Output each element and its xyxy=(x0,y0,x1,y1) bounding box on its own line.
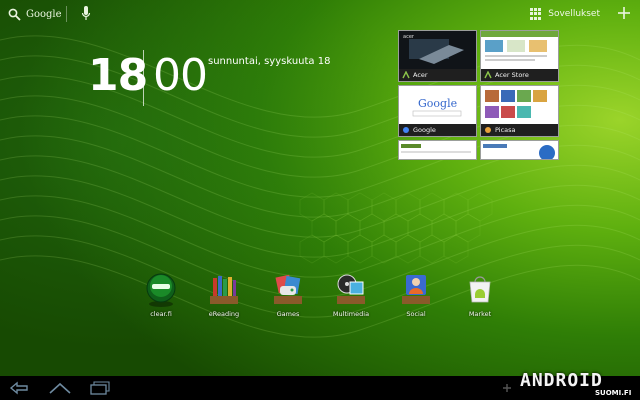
clock-minutes: 00 xyxy=(153,50,208,101)
games-icon xyxy=(274,274,302,304)
dock-item-label: Games xyxy=(276,310,300,318)
divider xyxy=(66,6,67,22)
apps-grid-icon xyxy=(530,8,542,20)
recent-app-partial[interactable] xyxy=(398,140,477,160)
dock-item-ereading[interactable]: eReading xyxy=(194,272,254,318)
dock-item-games[interactable]: Games xyxy=(258,272,318,318)
status-icon[interactable] xyxy=(500,380,514,396)
recent-apps-icon[interactable] xyxy=(88,380,110,396)
partial-screenshot xyxy=(481,141,558,159)
dock-item-label: Market xyxy=(468,310,492,318)
android-suomi-domain: SUOMI.FI xyxy=(595,389,632,397)
recent-app-label: Picasa xyxy=(481,124,558,136)
clock-separator xyxy=(143,50,144,106)
top-bar: Google Sovellukset xyxy=(0,0,640,28)
google-logo-text: Google xyxy=(418,97,457,110)
picasa-screenshot xyxy=(481,86,558,124)
recent-app-picasa[interactable]: Picasa xyxy=(480,85,559,137)
multimedia-icon xyxy=(337,274,365,304)
back-icon[interactable] xyxy=(8,380,30,396)
apps-button[interactable]: Sovellukset xyxy=(530,6,600,22)
google-icon xyxy=(403,127,409,133)
dock-item-label: Social xyxy=(406,310,426,318)
clock-date: sunnuntai, syyskuuta 18 xyxy=(208,56,331,67)
market-icon xyxy=(469,276,491,303)
ereading-icon xyxy=(210,276,238,304)
acer-logo-text: acer xyxy=(403,34,415,40)
android-suomi-logo: ANDROID xyxy=(520,370,603,391)
google-search-button[interactable]: Google xyxy=(8,6,62,22)
google-screenshot: Google xyxy=(399,86,476,124)
search-label: Google xyxy=(26,8,62,20)
add-icon[interactable] xyxy=(616,5,632,21)
acer-store-screenshot xyxy=(481,31,558,69)
clearfi-icon xyxy=(146,273,176,307)
apps-label: Sovellukset xyxy=(548,9,600,19)
dock-item-label: eReading xyxy=(208,310,240,318)
acer-screenshot: acer xyxy=(399,31,476,69)
social-icon xyxy=(402,275,430,304)
acer-icon xyxy=(402,71,410,79)
home-icon[interactable] xyxy=(48,380,72,396)
recent-app-google[interactable]: Google Google xyxy=(398,85,477,137)
clock-hours: 18 xyxy=(88,50,148,101)
dock-item-label: Multimedia xyxy=(332,310,370,318)
recent-app-acer-store[interactable]: Acer Store xyxy=(480,30,559,82)
recent-app-label: Google xyxy=(399,124,476,136)
picasa-icon xyxy=(485,127,491,133)
dock-item-multimedia[interactable]: Multimedia xyxy=(321,272,381,318)
dock-item-market[interactable]: Market xyxy=(450,272,510,318)
search-icon xyxy=(8,8,21,21)
recent-app-partial[interactable] xyxy=(480,140,559,160)
recent-app-label: Acer Store xyxy=(481,69,558,81)
dock-item-social[interactable]: Social xyxy=(386,272,446,318)
app-dock: clear.fi eReading Games Multimedia Socia… xyxy=(0,272,640,332)
dock-item-clearfi[interactable]: clear.fi xyxy=(131,272,191,318)
dock-item-label: clear.fi xyxy=(150,310,172,318)
recent-app-label: Acer xyxy=(399,69,476,81)
recent-app-acer[interactable]: acer Acer xyxy=(398,30,477,82)
recent-apps-widget: acer Acer Acer Store Google Google Picas… xyxy=(398,30,560,160)
microphone-icon[interactable] xyxy=(81,5,91,23)
partial-screenshot xyxy=(399,141,476,159)
acer-icon xyxy=(484,71,492,79)
